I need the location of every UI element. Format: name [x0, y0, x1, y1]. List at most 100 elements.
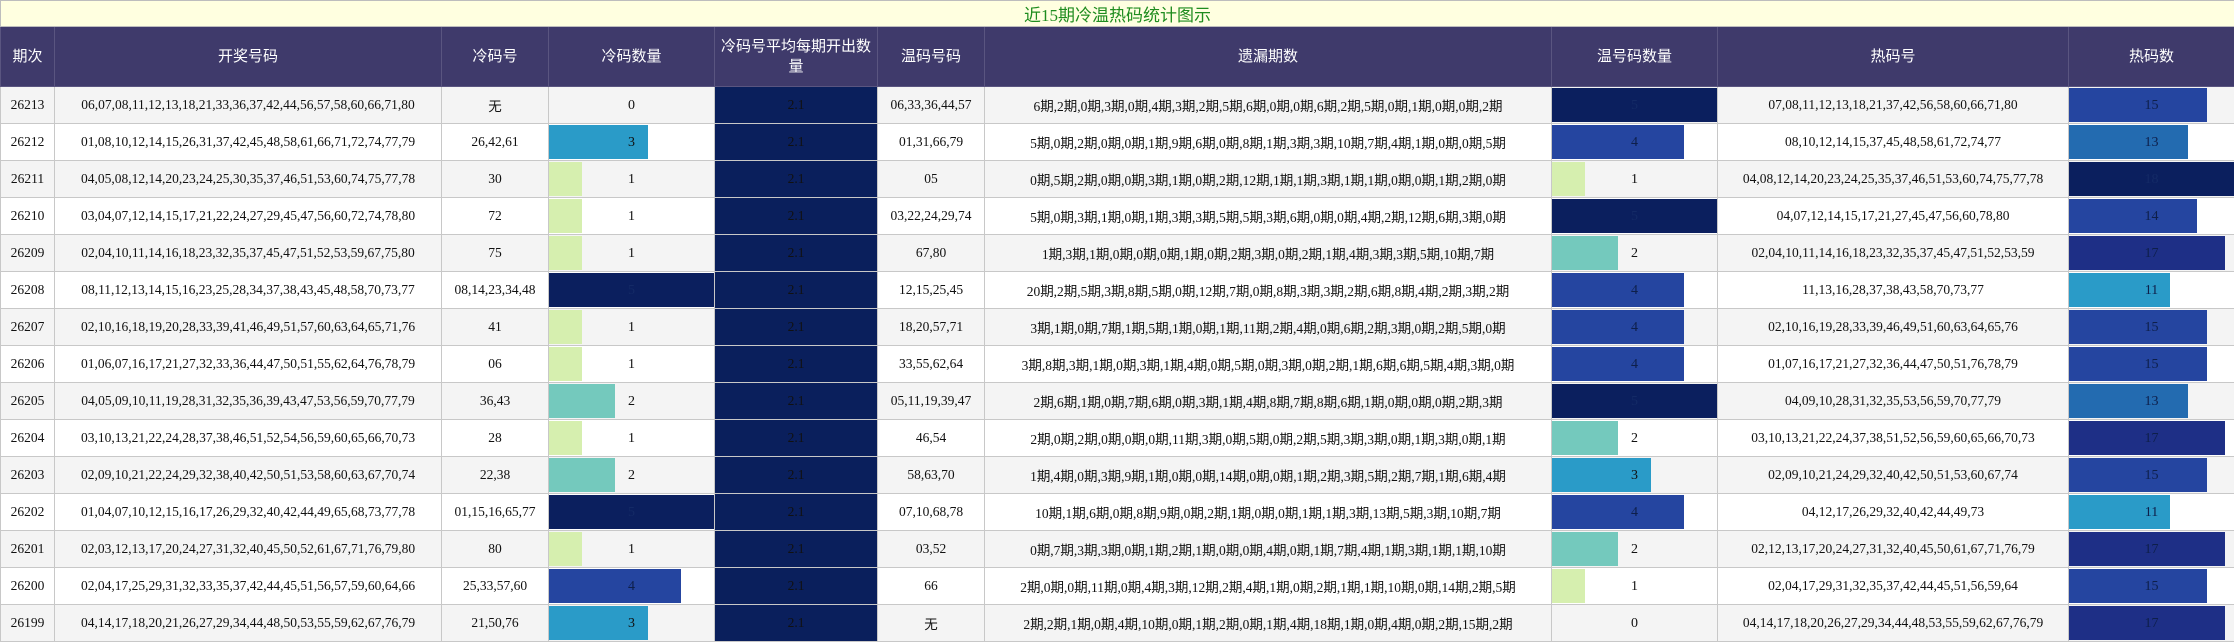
cold-count-cell: 5	[548, 493, 715, 531]
cold-count-bar	[549, 199, 582, 233]
hot-count-bar	[2069, 458, 2207, 492]
hot-count-bar	[2069, 384, 2189, 418]
warm-count-cell: 5	[1551, 197, 1718, 235]
table-row: 26204 03,10,13,21,22,24,28,37,38,46,51,52…	[0, 419, 2234, 457]
table-row: 26208 08,11,12,13,14,15,16,23,25,28,34,37…	[0, 271, 2234, 309]
hot-cell: 04,09,10,28,31,32,35,53,56,59,70,77,79	[1717, 382, 2069, 420]
table-row: 26206 01,06,07,16,17,21,27,32,33,36,44,47…	[0, 345, 2234, 383]
issue-cell: 26210	[0, 197, 55, 235]
warm-cell: 67,80	[877, 234, 985, 272]
hot-count-cell: 15	[2067, 345, 2234, 383]
numbers-cell: 02,09,10,21,22,24,29,32,38,40,42,50,51,5…	[54, 456, 442, 494]
header-numbers: 开奖号码	[54, 26, 442, 87]
cold-cell: 22,38	[441, 456, 549, 494]
hot-cell: 08,10,12,14,15,37,45,48,58,61,72,74,77	[1717, 123, 2069, 161]
cold-count-value: 1	[628, 171, 635, 187]
cold-count-bar	[549, 384, 615, 418]
cold-count-value: 4	[628, 578, 635, 594]
header-hot: 热码号	[1717, 26, 2069, 87]
cold-cell: 26,42,61	[441, 123, 549, 161]
warm-cell: 03,52	[877, 530, 985, 568]
warm-count-bar	[1552, 125, 1684, 159]
warm-count-value: 1	[1631, 171, 1638, 187]
miss-cell: 1期,4期,0期,3期,9期,1期,0期,0期,14期,0期,0期,1期,2期,…	[984, 456, 1552, 494]
warm-count-bar	[1552, 347, 1684, 381]
warm-count-cell: 5	[1551, 86, 1718, 124]
cold-count-bar	[549, 347, 582, 381]
warm-count-bar	[1552, 421, 1618, 455]
hot-count-value: 13	[2144, 134, 2159, 150]
warm-count-cell: 4	[1551, 345, 1718, 383]
hot-count-cell: 17	[2067, 419, 2234, 457]
hot-cell: 04,08,12,14,20,23,24,25,35,37,46,51,53,6…	[1717, 160, 2069, 198]
hot-cell: 02,04,10,11,14,16,18,23,32,35,37,45,47,5…	[1717, 234, 2069, 272]
numbers-cell: 02,10,16,18,19,20,28,33,39,41,46,49,51,5…	[54, 308, 442, 346]
warm-count-cell: 4	[1551, 271, 1718, 309]
issue-cell: 26202	[0, 493, 55, 531]
hot-count-value: 11	[2144, 504, 2159, 520]
warm-count-bar	[1552, 532, 1618, 566]
hot-cell: 02,09,10,21,24,29,32,40,42,50,51,53,60,6…	[1717, 456, 2069, 494]
table-row: 26200 02,04,17,25,29,31,32,33,35,37,42,44…	[0, 567, 2234, 605]
cold-cell: 21,50,76	[441, 604, 549, 642]
cold-cell: 01,15,16,65,77	[441, 493, 549, 531]
warm-count-bar	[1552, 495, 1684, 529]
warm-count-cell: 4	[1551, 308, 1718, 346]
hot-count-cell: 15	[2067, 308, 2234, 346]
issue-cell: 26209	[0, 234, 55, 272]
miss-cell: 3期,1期,0期,7期,1期,5期,1期,0期,1期,11期,2期,4期,0期,…	[984, 308, 1552, 346]
miss-cell: 2期,0期,0期,11期,0期,4期,3期,12期,2期,4期,1期,0期,2期…	[984, 567, 1552, 605]
hot-cell: 11,13,16,28,37,38,43,58,70,73,77	[1717, 271, 2069, 309]
table-row: 26201 02,03,12,13,17,20,24,27,31,32,40,45…	[0, 530, 2234, 568]
cold-count-cell: 1	[548, 345, 715, 383]
issue-cell: 26211	[0, 160, 55, 198]
cold-count-cell: 1	[548, 530, 715, 568]
hot-count-value: 17	[2144, 615, 2159, 631]
cold-count-value: 0	[628, 97, 635, 113]
cold-count-bar	[549, 310, 582, 344]
avg-cell: 2.1	[714, 234, 878, 272]
cold-count-bar	[549, 569, 681, 603]
cold-count-value: 2	[628, 467, 635, 483]
issue-cell: 26200	[0, 567, 55, 605]
hot-count-value: 17	[2144, 245, 2159, 261]
hot-count-value: 15	[2144, 467, 2159, 483]
warm-count-cell: 2	[1551, 530, 1718, 568]
avg-cell: 2.1	[714, 419, 878, 457]
header-issue: 期次	[0, 26, 55, 87]
miss-cell: 0期,7期,3期,3期,0期,1期,2期,1期,0期,0期,4期,0期,1期,7…	[984, 530, 1552, 568]
cold-count-cell: 4	[548, 567, 715, 605]
miss-cell: 1期,3期,1期,0期,0期,0期,1期,0期,2期,3期,0期,2期,1期,4…	[984, 234, 1552, 272]
avg-cell: 2.1	[714, 271, 878, 309]
warm-count-bar	[1552, 236, 1618, 270]
avg-cell: 2.1	[714, 567, 878, 605]
warm-count-value: 4	[1631, 282, 1638, 298]
warm-count-value: 5	[1631, 97, 1638, 113]
avg-cell: 2.1	[714, 493, 878, 531]
hot-count-value: 17	[2144, 430, 2159, 446]
avg-cell: 2.1	[714, 456, 878, 494]
cold-cell: 08,14,23,34,48	[441, 271, 549, 309]
hot-count-cell: 11	[2067, 271, 2234, 309]
hot-count-bar	[2069, 347, 2207, 381]
table-row: 26207 02,10,16,18,19,20,28,33,39,41,46,49…	[0, 308, 2234, 346]
hot-count-cell: 14	[2067, 197, 2234, 235]
cold-count-cell: 1	[548, 160, 715, 198]
header-cold-avg: 冷码号平均每期开出数量	[714, 26, 878, 87]
hot-count-bar	[2069, 199, 2198, 233]
header-miss: 遗漏期数	[984, 26, 1552, 87]
cold-count-bar	[549, 532, 582, 566]
cold-count-value: 2	[628, 393, 635, 409]
warm-count-value: 2	[1631, 541, 1638, 557]
avg-cell: 2.1	[714, 123, 878, 161]
cold-count-cell: 1	[548, 234, 715, 272]
warm-cell: 06,33,36,44,57	[877, 86, 985, 124]
warm-count-value: 4	[1631, 356, 1638, 372]
avg-cell: 2.1	[714, 345, 878, 383]
warm-count-cell: 3	[1551, 456, 1718, 494]
miss-cell: 2期,2期,1期,0期,4期,10期,0期,1期,2期,0期,1期,4期,18期…	[984, 604, 1552, 642]
warm-count-value: 2	[1631, 430, 1638, 446]
warm-cell: 46,54	[877, 419, 985, 457]
cold-count-value: 1	[628, 319, 635, 335]
warm-count-cell: 2	[1551, 419, 1718, 457]
